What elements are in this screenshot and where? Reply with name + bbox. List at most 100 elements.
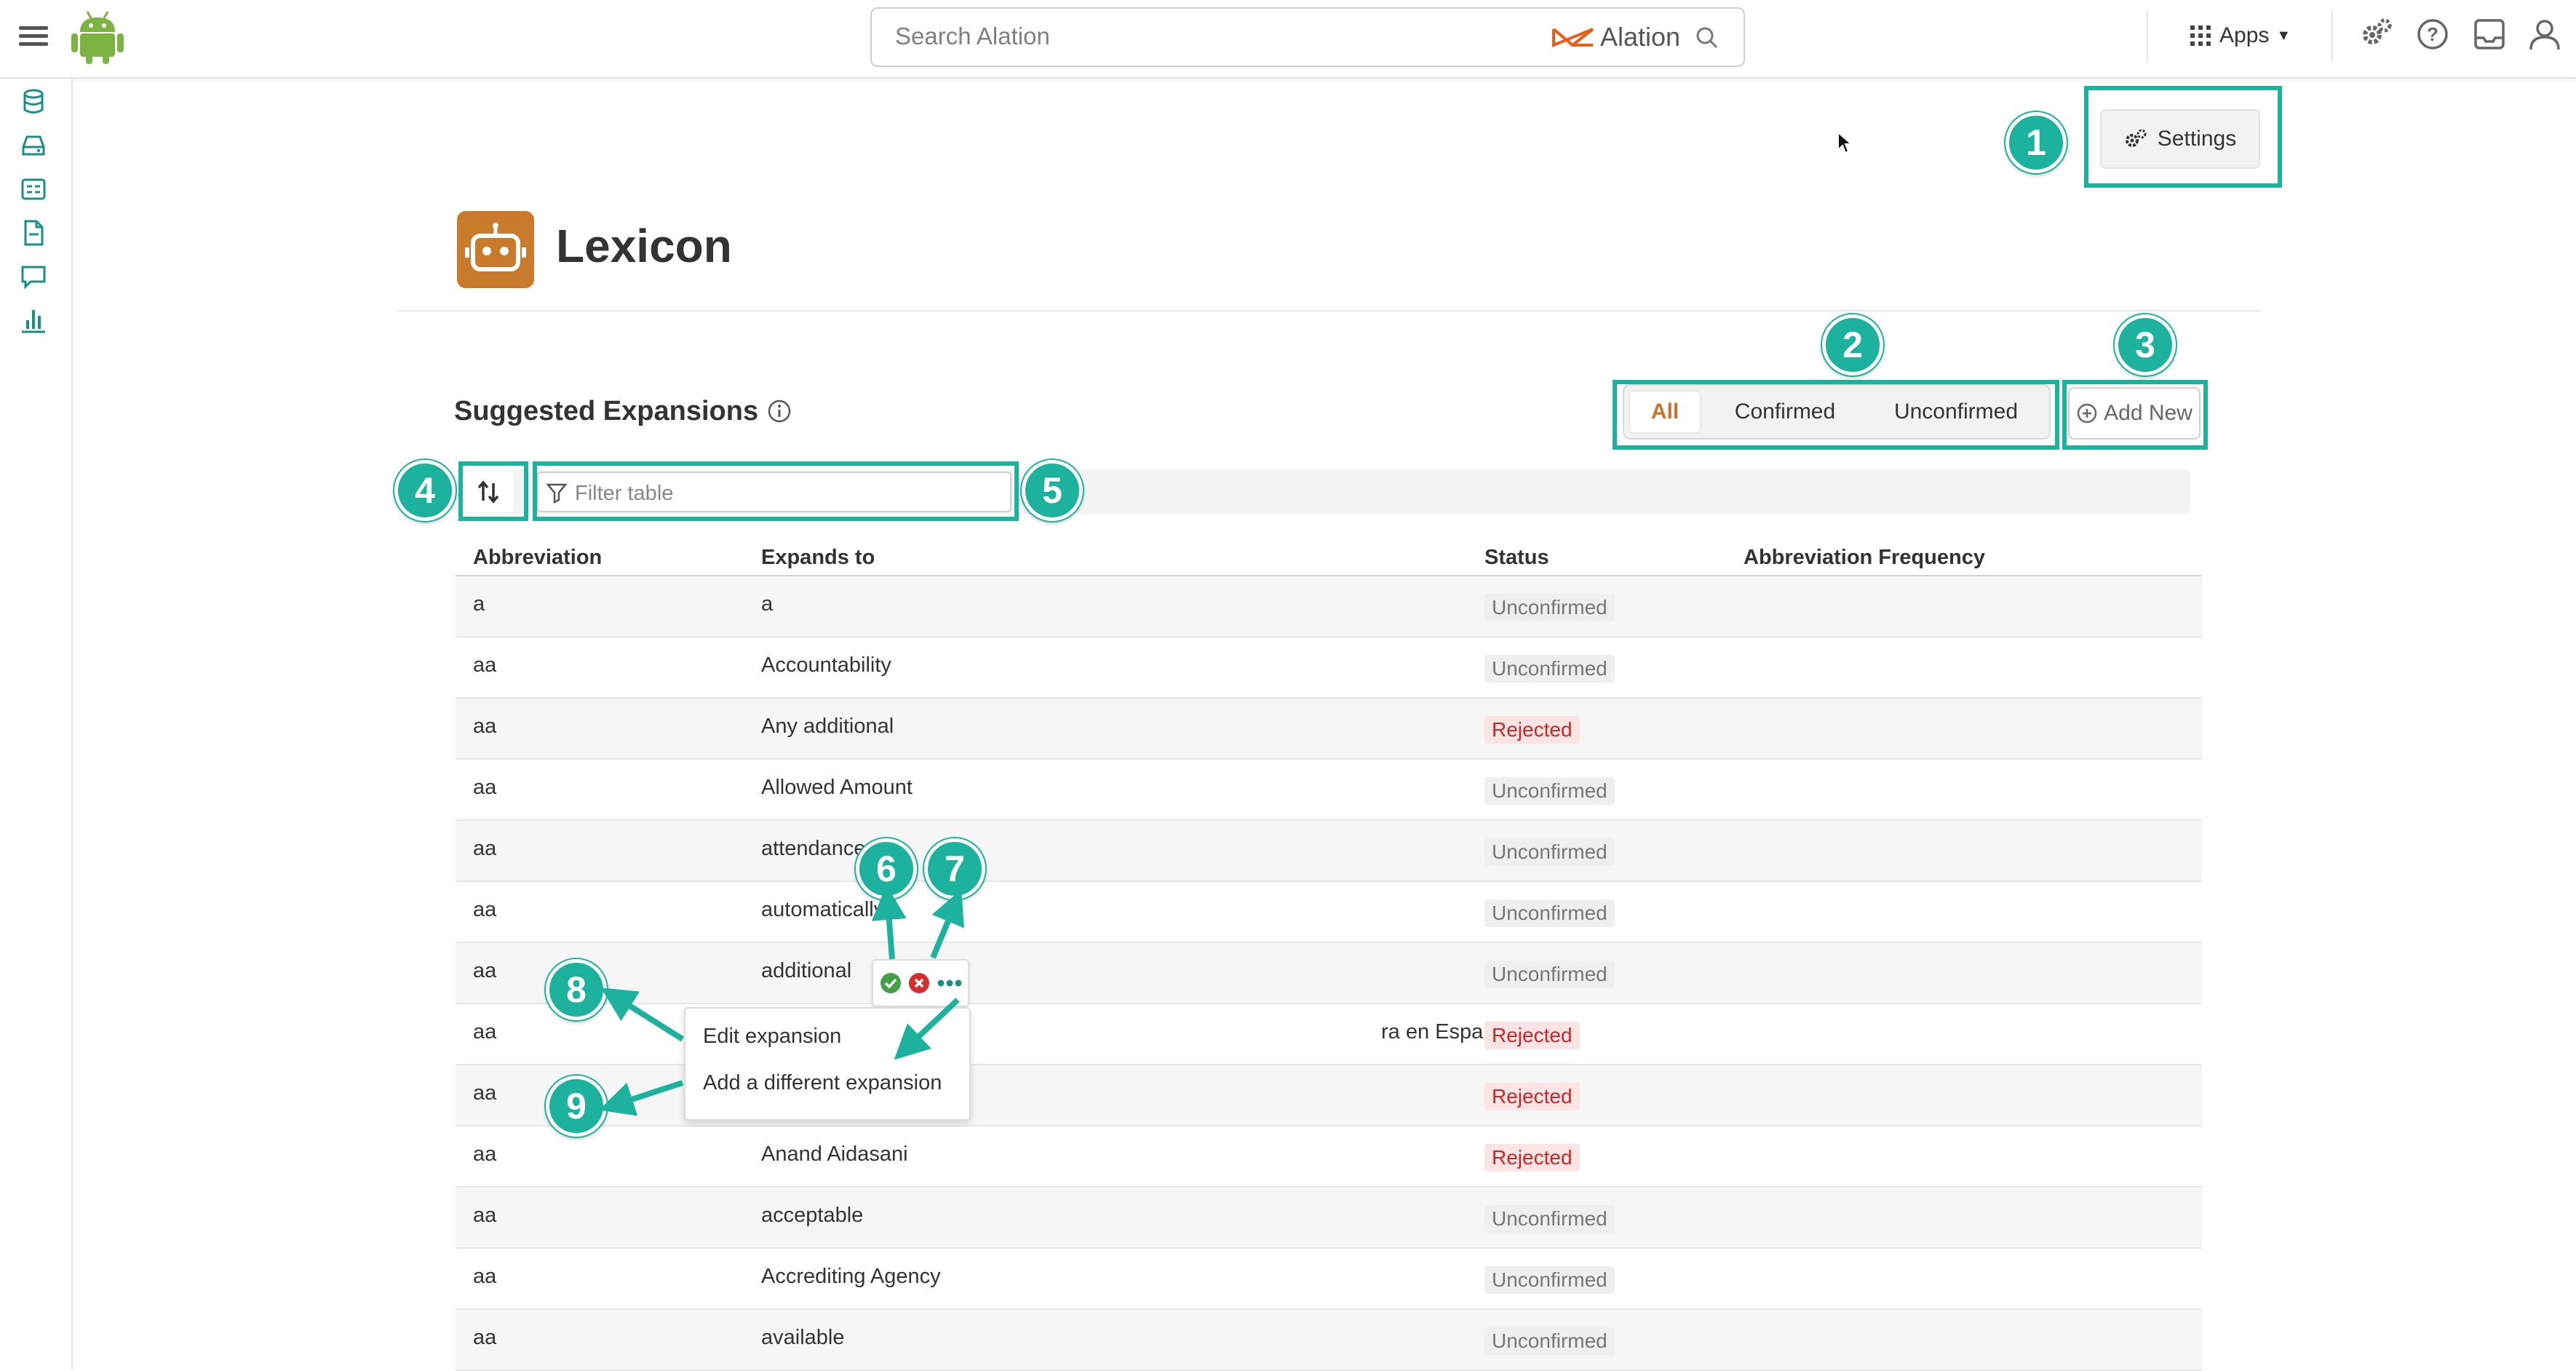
callout-6: 6 [856, 838, 917, 899]
table-row[interactable]: aa Allowed Amount Unconfirmed [456, 760, 2202, 821]
column-header-expands-to[interactable]: Expands to [761, 546, 875, 570]
brand-name: Alation [1600, 22, 1681, 52]
admin-gear-icon[interactable] [2358, 16, 2394, 52]
drive-icon[interactable] [19, 131, 48, 160]
inbox-icon[interactable] [2471, 16, 2508, 52]
reject-icon[interactable] [907, 971, 931, 995]
hamburger-icon[interactable] [19, 22, 48, 51]
chart-icon[interactable] [19, 306, 48, 335]
document-icon[interactable] [19, 218, 48, 247]
expands-to-cell: attendance [761, 837, 866, 860]
robot-icon [465, 223, 526, 271]
menu-item-add-different-expansion[interactable]: Add a different expansion [703, 1071, 942, 1095]
highlight-sort [458, 461, 528, 521]
callout-5: 5 [1022, 460, 1083, 521]
top-nav-bar: Alation Apps ▼ ? [0, 0, 2576, 79]
alation-brand: Alation [1552, 22, 1680, 52]
status-badge: Unconfirmed [1484, 899, 1615, 927]
column-header-status[interactable]: Status [1484, 546, 1549, 570]
callout-7: 7 [924, 838, 985, 899]
divider [2147, 10, 2148, 63]
callout-4: 4 [394, 460, 456, 521]
table-row[interactable]: aa Accrediting Agency Unconfirmed [456, 1249, 2202, 1310]
abbreviation-cell: aa [473, 1204, 497, 1227]
expands-to-cell: Accrediting Agency [761, 1265, 941, 1288]
more-icon[interactable] [937, 978, 963, 988]
table-row[interactable]: aa attendance Unconfirmed [456, 821, 2202, 882]
abbreviation-cell: aa [473, 1081, 497, 1105]
conversation-icon[interactable] [19, 262, 48, 291]
status-badge: Rejected [1484, 1144, 1580, 1172]
alation-logo-icon [1552, 28, 1594, 47]
callout-8: 8 [546, 959, 607, 1020]
status-badge: Unconfirmed [1484, 655, 1615, 683]
search-icon[interactable] [1693, 23, 1722, 52]
abbreviation-cell: a [473, 592, 485, 616]
highlight-settings [2084, 86, 2282, 188]
left-nav-rail [0, 79, 73, 1370]
table-row[interactable]: aa automatically Unconfirmed [456, 882, 2202, 943]
expands-to-cell: a [761, 592, 774, 616]
database-icon[interactable] [19, 87, 48, 116]
android-logo-icon[interactable] [70, 9, 125, 65]
abbreviation-cell: aa [473, 1326, 497, 1349]
confirm-icon[interactable] [879, 971, 902, 995]
svg-text:?: ? [2427, 23, 2438, 45]
status-badge: Rejected [1484, 716, 1580, 744]
header-divider [397, 310, 2260, 311]
menu-item-edit-expansion[interactable]: Edit expansion [703, 1025, 841, 1049]
expands-to-cell: Any additional [761, 715, 894, 738]
expands-to-cell: Accountability [761, 653, 891, 677]
page-title: Lexicon [556, 220, 732, 272]
table-row[interactable]: aa Accountability Unconfirmed [456, 637, 2202, 699]
catalog-icon[interactable] [19, 175, 48, 204]
table-row[interactable]: aa Anand Aidasani Rejected [456, 1126, 2202, 1188]
expands-to-cell: automatically [761, 898, 885, 921]
chevron-down-icon: ▼ [2276, 27, 2291, 44]
status-badge: Unconfirmed [1484, 594, 1615, 621]
help-icon[interactable]: ? [2414, 16, 2451, 52]
highlight-filter-tabs [1613, 380, 2059, 450]
section-title: Suggested Expansions [454, 393, 792, 429]
table-row[interactable]: aa available Unconfirmed [456, 1310, 2202, 1371]
status-badge: Unconfirmed [1484, 1266, 1615, 1294]
table-row[interactable]: aa Any additional Rejected [456, 699, 2202, 760]
abbreviation-cell: aa [473, 959, 497, 982]
expands-to-cell: additional [761, 959, 852, 982]
table-row[interactable]: aa additional Unconfirmed [456, 943, 2202, 1004]
abbreviation-cell: aa [473, 837, 497, 860]
lexicon-app-icon [457, 211, 534, 288]
status-badge: Unconfirmed [1484, 777, 1615, 805]
expansions-table: Abbreviation Expands to Status Abbreviat… [456, 540, 2202, 1371]
global-search-box[interactable]: Alation [870, 7, 1745, 67]
table-row[interactable]: aa acceptable Unconfirmed [456, 1188, 2202, 1249]
expands-to-cell: Allowed Amount [761, 776, 913, 799]
callout-2: 2 [1822, 314, 1883, 375]
abbreviation-cell: aa [473, 1142, 497, 1166]
expands-to-cell: Anand Aidasani [761, 1142, 908, 1166]
highlight-filter [533, 461, 1019, 521]
status-badge: Rejected [1484, 1022, 1580, 1049]
info-icon[interactable] [767, 399, 792, 424]
column-header-abbreviation-frequency[interactable]: Abbreviation Frequency [1744, 546, 1985, 570]
table-row[interactable]: a a Unconfirmed [456, 576, 2202, 637]
expands-to-cell: available [761, 1326, 845, 1349]
row-action-buttons [872, 959, 969, 1007]
divider [2331, 10, 2333, 63]
apps-label: Apps [2219, 23, 2270, 47]
status-badge: Rejected [1484, 1083, 1580, 1110]
column-header-abbreviation[interactable]: Abbreviation [473, 546, 602, 570]
status-badge: Unconfirmed [1484, 961, 1615, 988]
highlight-add-new [2062, 380, 2208, 450]
search-input[interactable] [894, 19, 1479, 54]
expands-to-cell: acceptable [761, 1204, 864, 1227]
status-badge: Unconfirmed [1484, 838, 1615, 866]
callout-9: 9 [546, 1076, 607, 1137]
user-icon[interactable] [2527, 16, 2563, 52]
apps-grid-icon [2190, 25, 2211, 46]
mouse-cursor-icon [1837, 131, 1853, 154]
abbreviation-cell: aa [473, 715, 497, 738]
abbreviation-cell: aa [473, 776, 497, 799]
apps-menu[interactable]: Apps ▼ [2190, 19, 2291, 52]
callout-1: 1 [2005, 112, 2067, 173]
